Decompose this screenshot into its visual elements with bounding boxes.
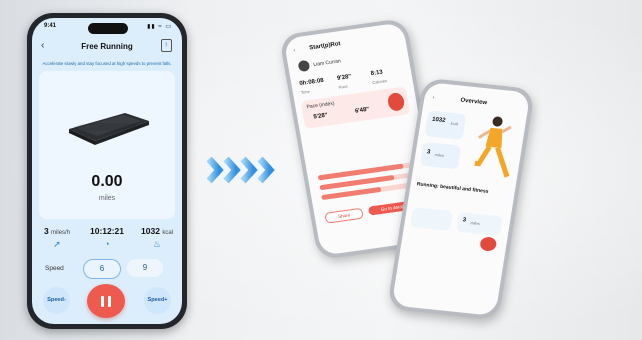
user-name: Liam Curran — [312, 58, 342, 69]
stat-pace-label: Pace — [338, 83, 349, 90]
phone-screen: 9:41 ▮▮ ≈ ▭ ‹ Free Running ᛒ Accelerate … — [32, 18, 182, 324]
calorie-stat: 1032 kcal ♨ — [132, 226, 182, 249]
overview-banner: Running: beautiful and fitness — [416, 181, 489, 195]
pace-value-a: 5'28" — [313, 112, 329, 121]
speed-minus-button[interactable]: Speed- — [43, 287, 70, 314]
speed-option-6[interactable]: 6 — [83, 259, 121, 279]
miles-value: 3 — [426, 149, 431, 156]
treadmill-card: 0.00 miles — [39, 71, 175, 219]
timer-icon: ◔ — [104, 239, 110, 249]
pace-section-title: Pace (index) — [306, 100, 336, 111]
calorie-stat-unit: kcal — [162, 230, 173, 236]
runner-illustration — [474, 116, 512, 178]
pace-value-b: 6'48" — [354, 106, 370, 115]
speed-selector: Speed 6 9 — [32, 259, 182, 279]
status-icons: ▮▮ ≈ ▭ — [147, 24, 172, 30]
speed-stat-unit: miles/h — [51, 230, 71, 236]
kcal-value: 1032 — [431, 116, 446, 125]
kcal-card: 1032 kcal — [424, 110, 467, 140]
summary-title: Start(p)Rot — [308, 41, 342, 52]
badge-icon — [479, 236, 498, 252]
miles-card: 3 miles — [419, 141, 462, 170]
overview-title: Overview — [459, 97, 488, 107]
page-title: Free Running — [81, 42, 133, 51]
stat-time-label: Time — [300, 88, 311, 96]
main-phone: 9:41 ▮▮ ≈ ▭ ‹ Free Running ᛒ Accelerate … — [27, 13, 187, 329]
distance-unit: miles — [98, 195, 116, 202]
speed-plus-button[interactable]: Speed+ — [144, 287, 171, 314]
time-stat-value: 10:12:21 — [89, 226, 125, 236]
miles-unit: miles — [434, 152, 445, 159]
stat-b-unit: miles — [470, 220, 481, 227]
share-button[interactable]: Share — [324, 207, 364, 224]
speed-arrow-icon: ➚ — [53, 239, 61, 249]
kcal-unit: kcal — [450, 120, 459, 127]
bluetooth-icon[interactable]: ᛒ — [161, 39, 172, 52]
stat-card-b: 3 miles — [455, 211, 503, 237]
stat-pace: 9'28" — [336, 73, 352, 82]
stat-cal-label: Calories — [371, 78, 388, 86]
badge-icon — [386, 91, 406, 112]
stat-cal: 8:13 — [370, 69, 384, 78]
speed-label: Speed — [45, 265, 64, 272]
distance-value: 0.00 — [91, 173, 123, 190]
calorie-stat-value: 1032 — [141, 226, 160, 236]
speed-option-9[interactable]: 9 — [127, 259, 163, 277]
status-time: 9:41 — [44, 23, 57, 29]
avatar — [297, 59, 311, 73]
pace-card: Pace (index) 5'28" 6'48" — [300, 86, 411, 129]
stat-card-a — [410, 207, 453, 231]
stats-row: 3 miles/h ➚ 10:12:21 ◔ 1032 kcal ♨ — [32, 226, 182, 256]
flame-icon: ♨ — [152, 239, 162, 249]
treadmill-image — [69, 113, 149, 145]
stat-b-value: 3 — [462, 217, 467, 224]
pause-icon — [101, 296, 104, 307]
dynamic-island — [88, 23, 128, 34]
stat-time: 0h:08:08 — [299, 77, 325, 88]
pause-icon-bar — [108, 296, 111, 307]
speed-stat-value: 3 — [43, 226, 49, 236]
chevron-arrows-icon — [207, 156, 275, 184]
back-icon[interactable]: ‹ — [293, 48, 296, 54]
pause-button[interactable] — [87, 284, 125, 318]
back-icon[interactable]: ‹ — [432, 95, 435, 101]
safety-tip: Accelerate slowly and stay focused at hi… — [42, 61, 172, 66]
speed-stat: 3 miles/h ➚ — [32, 226, 82, 249]
time-stat: 10:12:21 ◔ — [82, 226, 132, 249]
control-row: Speed- Speed+ — [32, 284, 182, 318]
